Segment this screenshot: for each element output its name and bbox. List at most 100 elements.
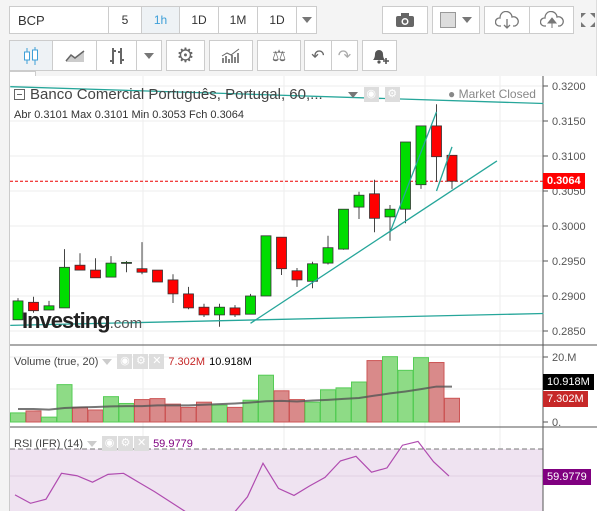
- volume-bar: [25, 410, 42, 423]
- ohlc-value: 0.3053: [152, 109, 186, 121]
- candle-body: [245, 295, 256, 315]
- volume-tag: 7.302M: [543, 391, 588, 407]
- instrument-title: Banco Comercial Português, Portugal, 60,…: [30, 86, 323, 103]
- candle-body: [322, 247, 334, 264]
- candle-body: [276, 236, 287, 270]
- volume-bar: [134, 399, 150, 423]
- candle-body: [353, 194, 365, 208]
- volume-bar: [165, 403, 181, 423]
- ohlc-value: 0.3101: [94, 109, 129, 121]
- ohlc-value: 0.3101: [34, 109, 68, 121]
- candle-body: [338, 208, 349, 250]
- rsi-band: [10, 449, 543, 511]
- rsi-label: RSI (IFR) (14): [14, 437, 84, 450]
- rsi-legend: RSI (IFR) (14) ◉ ⚙ ✕ 59.9779: [14, 436, 193, 451]
- collapse-legend-icon[interactable]: [14, 89, 25, 100]
- volume-bar: [397, 369, 414, 423]
- candle: [353, 191, 365, 219]
- candle: [322, 235, 334, 265]
- candle-body: [291, 270, 303, 281]
- price-tick-label: 0.2950: [552, 256, 586, 268]
- trendline: [389, 111, 438, 233]
- ohlc-label: Max: [70, 109, 92, 121]
- candle-body: [307, 263, 318, 282]
- volume-bar: [320, 389, 336, 423]
- candle-body: [105, 262, 117, 278]
- price-tick-label: 0.3100: [552, 151, 586, 163]
- volume-bar: [304, 401, 321, 423]
- candle: [446, 154, 458, 189]
- candle: [260, 235, 272, 297]
- ohlc-value: 0.3064: [210, 109, 245, 121]
- candle: [214, 303, 225, 327]
- logo-suffix: .com: [109, 315, 143, 332]
- volume-bar: [351, 381, 367, 423]
- candle-body: [431, 125, 442, 158]
- price-tick-label: 0.3200: [552, 81, 586, 93]
- volume-label: Volume (true, 20): [14, 355, 99, 368]
- volume-bar: [366, 360, 383, 423]
- ohlc-label: Fch: [188, 109, 208, 121]
- candle-body: [369, 193, 380, 219]
- chart-canvas[interactable]: 0.32000.31500.31000.30500.30000.29500.29…: [0, 0, 609, 511]
- candle: [183, 286, 194, 310]
- rsi-value: 59.9779: [153, 437, 193, 450]
- chevron-down-icon[interactable]: [102, 358, 113, 365]
- candle: [369, 179, 380, 233]
- volume-bar: [87, 409, 104, 423]
- volume-bar: [72, 406, 88, 423]
- rsi-tag: 59.9779: [543, 469, 591, 485]
- candle: [59, 249, 70, 309]
- candle: [276, 236, 287, 275]
- chevron-down-icon[interactable]: [347, 91, 358, 98]
- volume-value: 7.302M: [168, 355, 206, 368]
- volume-bar: [180, 406, 197, 423]
- volume-bar: [41, 416, 57, 423]
- volume-bar: [227, 406, 243, 423]
- candle-body: [446, 154, 458, 182]
- candle-body: [198, 306, 210, 316]
- ohlc-values: Abr 0.3101 Max 0.3101 Min 0.3053 Fch 0.3…: [14, 109, 244, 121]
- candle: [136, 242, 148, 275]
- logo-brand: Investing: [22, 308, 111, 333]
- gear-icon[interactable]: ⚙: [133, 354, 149, 369]
- candle-body: [214, 306, 225, 316]
- candle-body: [59, 266, 70, 309]
- gear-icon[interactable]: ⚙: [384, 87, 400, 102]
- visibility-icon[interactable]: ◉: [363, 87, 379, 102]
- volume-bar: [149, 398, 166, 423]
- gear-icon[interactable]: ⚙: [118, 436, 134, 451]
- price-tick-label: 0.2850: [552, 326, 586, 338]
- candle-body: [121, 261, 132, 264]
- price-tick-label: 0.2900: [552, 291, 586, 303]
- candle: [152, 269, 163, 283]
- volume-legend: Volume (true, 20) ◉ ⚙ ✕ 7.302M 10.918M: [14, 354, 252, 369]
- volume-bar: [103, 396, 119, 423]
- price-tick-label: 0.3150: [552, 116, 586, 128]
- close-icon[interactable]: ✕: [149, 354, 165, 369]
- volume-bar: [258, 374, 274, 423]
- candle: [338, 208, 349, 250]
- candle: [105, 256, 117, 278]
- last-price-tag: 0.3064: [543, 173, 585, 189]
- candle: [229, 305, 241, 317]
- close-icon[interactable]: ✕: [134, 436, 150, 451]
- volume-bar: [10, 412, 26, 423]
- candle: [74, 253, 86, 271]
- trendline: [250, 160, 498, 324]
- volume-ma-value: 10.918M: [209, 355, 252, 368]
- volume-bar: [211, 404, 228, 423]
- visibility-icon[interactable]: ◉: [102, 436, 118, 451]
- volume-bar: [444, 397, 460, 423]
- candle: [415, 125, 427, 189]
- candle: [167, 274, 179, 303]
- candle-body: [384, 208, 396, 218]
- candle-body: [183, 293, 194, 309]
- visibility-icon[interactable]: ◉: [117, 354, 133, 369]
- chevron-down-icon[interactable]: [87, 440, 98, 447]
- candle-body: [400, 141, 411, 210]
- volume-bar: [382, 356, 398, 423]
- market-status-text: Market Closed: [458, 87, 536, 101]
- candle-body: [229, 307, 241, 316]
- investing-logo: Investing.com: [22, 308, 142, 334]
